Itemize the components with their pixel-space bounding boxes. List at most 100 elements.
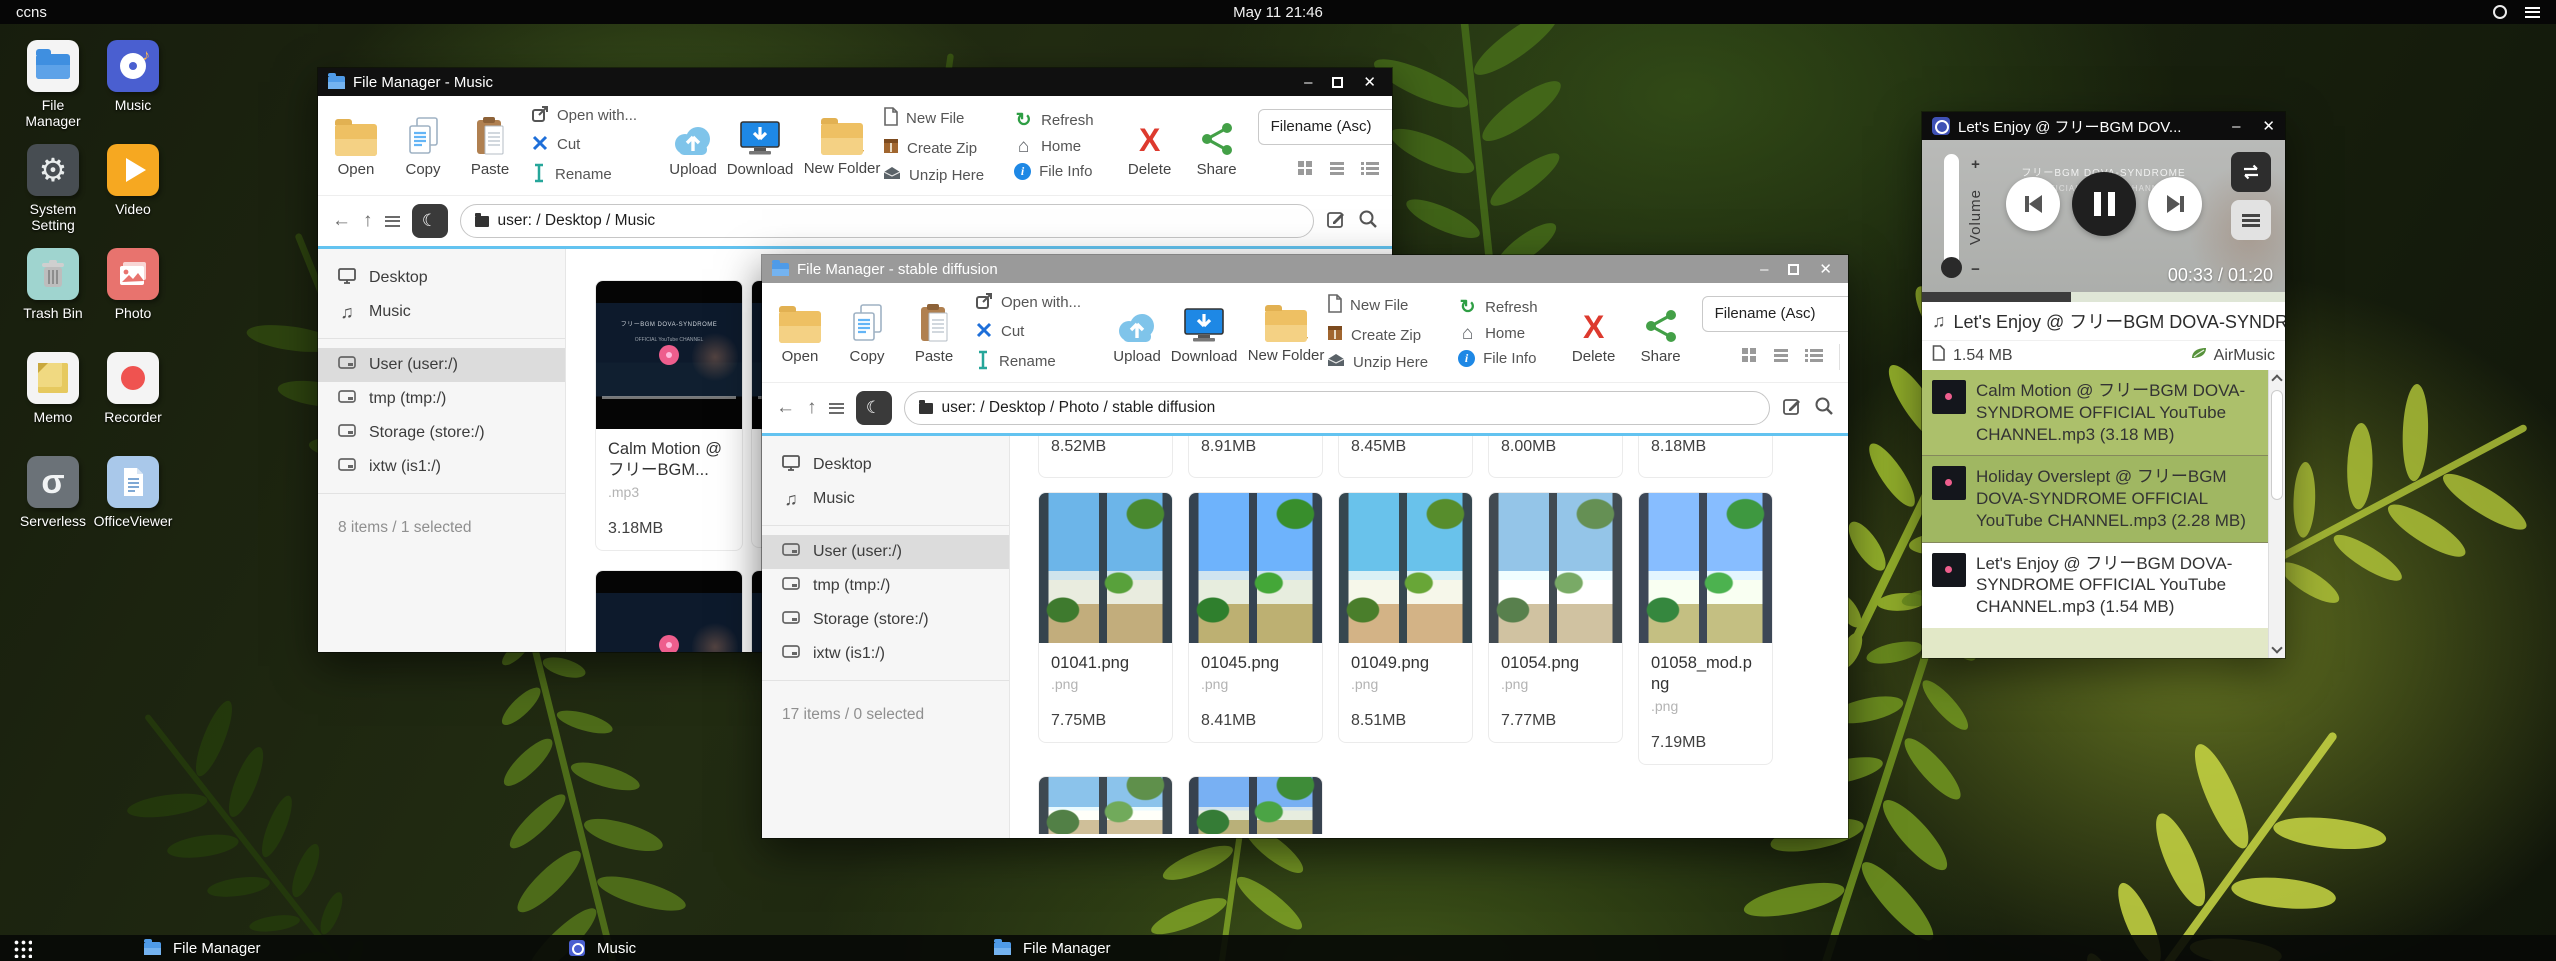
- taskbar-item-music[interactable]: Music: [477, 935, 902, 961]
- cut-button[interactable]: Cut: [531, 134, 637, 156]
- playlist-item[interactable]: Holiday Overslept @ フリーBGM DOVA-SYNDROME…: [1922, 456, 2285, 542]
- home-button[interactable]: ⌂ Home: [1014, 137, 1094, 156]
- sidebar-item-desktop[interactable]: Desktop: [318, 261, 565, 295]
- desktop-icon-video[interactable]: Video: [94, 144, 172, 248]
- session-spinner-icon[interactable]: [2493, 5, 2507, 19]
- sidebar-item-music[interactable]: ♫ Music: [762, 482, 1009, 516]
- rename-button[interactable]: Rename: [531, 163, 637, 187]
- view-grid-button[interactable]: [1741, 347, 1757, 367]
- path-input[interactable]: user: / Desktop / Photo / stable diffusi…: [904, 391, 1771, 425]
- system-menu-icon[interactable]: [2525, 7, 2540, 18]
- unzip-here-button[interactable]: Unzip Here: [1327, 353, 1428, 371]
- sort-dropdown[interactable]: Filename (Asc): [1258, 109, 1392, 145]
- view-detail-button[interactable]: [1805, 348, 1823, 366]
- taskbar-item-file-manager-1[interactable]: File Manager: [52, 935, 477, 961]
- sidebar-item-music[interactable]: ♫ Music: [318, 295, 565, 329]
- file-card-01049[interactable]: 01049.png .png 8.51MB: [1338, 492, 1473, 743]
- file-card-01041[interactable]: 01041.png .png 7.75MB: [1038, 492, 1173, 743]
- new-folder-button[interactable]: + New Folder: [1260, 300, 1312, 364]
- download-button[interactable]: Download: [734, 114, 786, 178]
- maximize-button[interactable]: [1332, 77, 1343, 88]
- sidebar-item-storage-drive[interactable]: Storage (store:/): [318, 416, 565, 450]
- copy-button[interactable]: Copy: [397, 114, 449, 178]
- pause-button[interactable]: [2072, 172, 2136, 236]
- upload-button[interactable]: Upload: [1111, 301, 1163, 365]
- open-with-button[interactable]: Open with...: [975, 292, 1081, 314]
- maximize-button[interactable]: [1788, 264, 1799, 275]
- scrollbar-thumb[interactable]: [2271, 390, 2283, 500]
- desktop-icon-system-setting[interactable]: ⚙ System Setting: [14, 144, 92, 248]
- desktop-icon-officeviewer[interactable]: OfficeViewer: [94, 456, 172, 560]
- back-button[interactable]: ←: [332, 210, 351, 232]
- rename-button[interactable]: Rename: [975, 350, 1081, 374]
- create-zip-button[interactable]: Create Zip: [883, 137, 984, 159]
- unzip-here-button[interactable]: Unzip Here: [883, 166, 984, 184]
- file-card[interactable]: [595, 570, 743, 652]
- desktop-icon-file-manager[interactable]: File Manager: [14, 40, 92, 144]
- share-button[interactable]: Share: [1191, 114, 1243, 178]
- upload-button[interactable]: Upload: [667, 114, 719, 178]
- desktop-icon-trash-bin[interactable]: Trash Bin: [14, 248, 92, 352]
- file-card-01058-mod[interactable]: 01058_mod.png .png 7.19MB: [1638, 492, 1773, 765]
- menu-icon[interactable]: [829, 403, 844, 414]
- minimize-button[interactable]: –: [1304, 75, 1312, 90]
- desktop-icon-photo[interactable]: Photo: [94, 248, 172, 352]
- playlist-menu-button[interactable]: [2231, 200, 2271, 240]
- edit-path-button[interactable]: [1326, 209, 1346, 234]
- dark-mode-toggle[interactable]: ☾: [856, 391, 892, 425]
- titlebar[interactable]: File Manager - stable diffusion – ✕: [762, 255, 1848, 283]
- file-card-partial[interactable]: 8.00MB: [1488, 436, 1623, 478]
- scroll-down-icon[interactable]: [2271, 642, 2282, 653]
- sidebar-item-tmp-drive[interactable]: tmp (tmp:/): [318, 382, 565, 416]
- view-list-button[interactable]: [1773, 348, 1789, 366]
- sidebar-item-tmp-drive[interactable]: tmp (tmp:/): [762, 569, 1009, 603]
- close-button[interactable]: ✕: [1363, 75, 1376, 90]
- sidebar-item-desktop[interactable]: Desktop: [762, 448, 1009, 482]
- search-icon[interactable]: [1358, 209, 1378, 234]
- download-button[interactable]: Download: [1178, 301, 1230, 365]
- next-track-button[interactable]: [2148, 177, 2202, 231]
- sidebar-item-user-drive[interactable]: User (user:/): [762, 535, 1009, 569]
- sidebar-item-user-drive[interactable]: User (user:/): [318, 348, 565, 382]
- open-button[interactable]: Open: [330, 114, 382, 178]
- file-card-partial[interactable]: [1188, 776, 1323, 834]
- scroll-up-icon[interactable]: [2271, 374, 2282, 385]
- playlist-scrollbar[interactable]: [2268, 370, 2285, 658]
- refresh-button[interactable]: ↻ Refresh: [1458, 298, 1538, 317]
- open-button[interactable]: Open: [774, 301, 826, 365]
- sort-dropdown[interactable]: Filename (Asc): [1702, 296, 1848, 332]
- new-file-button[interactable]: New File: [1327, 294, 1428, 317]
- refresh-button[interactable]: ↻ Refresh: [1014, 111, 1094, 130]
- desktop-icon-music[interactable]: Music: [94, 40, 172, 144]
- back-button[interactable]: ←: [776, 397, 795, 419]
- delete-button[interactable]: X Delete: [1568, 301, 1620, 365]
- up-button[interactable]: ↑: [363, 210, 373, 232]
- playlist-item[interactable]: Calm Motion @ フリーBGM DOVA-SYNDROME OFFIC…: [1922, 370, 2285, 456]
- paste-button[interactable]: Paste: [908, 301, 960, 365]
- sidebar-item-storage-drive[interactable]: Storage (store:/): [762, 603, 1009, 637]
- file-info-button[interactable]: i File Info: [1458, 350, 1538, 367]
- delete-button[interactable]: X Delete: [1124, 114, 1176, 178]
- file-card-partial[interactable]: 8.52MB: [1038, 436, 1173, 478]
- copy-button[interactable]: Copy: [841, 301, 893, 365]
- home-button[interactable]: ⌂ Home: [1458, 324, 1538, 343]
- volume-slider[interactable]: + Volume −: [1944, 154, 1984, 280]
- volume-knob[interactable]: [1941, 257, 1962, 278]
- previous-track-button[interactable]: [2006, 177, 2060, 231]
- up-button[interactable]: ↑: [807, 397, 817, 419]
- new-folder-button[interactable]: + New Folder: [816, 113, 868, 177]
- desktop-icon-memo[interactable]: Memo: [14, 352, 92, 456]
- open-with-button[interactable]: Open with...: [531, 105, 637, 127]
- titlebar[interactable]: File Manager - Music – ✕: [318, 68, 1392, 96]
- desktop-icon-serverless[interactable]: σ Serverless: [14, 456, 92, 560]
- sidebar-item-ixtw-drive[interactable]: ixtw (is1:/): [318, 450, 565, 484]
- file-card-01045[interactable]: 01045.png .png 8.41MB: [1188, 492, 1323, 743]
- dark-mode-toggle[interactable]: ☾: [412, 204, 448, 238]
- close-button[interactable]: ✕: [1819, 262, 1832, 277]
- view-grid-button[interactable]: [1297, 160, 1313, 180]
- view-list-button[interactable]: [1329, 161, 1345, 179]
- desktop-icon-recorder[interactable]: Recorder: [94, 352, 172, 456]
- create-zip-button[interactable]: Create Zip: [1327, 324, 1428, 346]
- path-input[interactable]: user: / Desktop / Music: [460, 204, 1315, 238]
- menu-icon[interactable]: [385, 216, 400, 227]
